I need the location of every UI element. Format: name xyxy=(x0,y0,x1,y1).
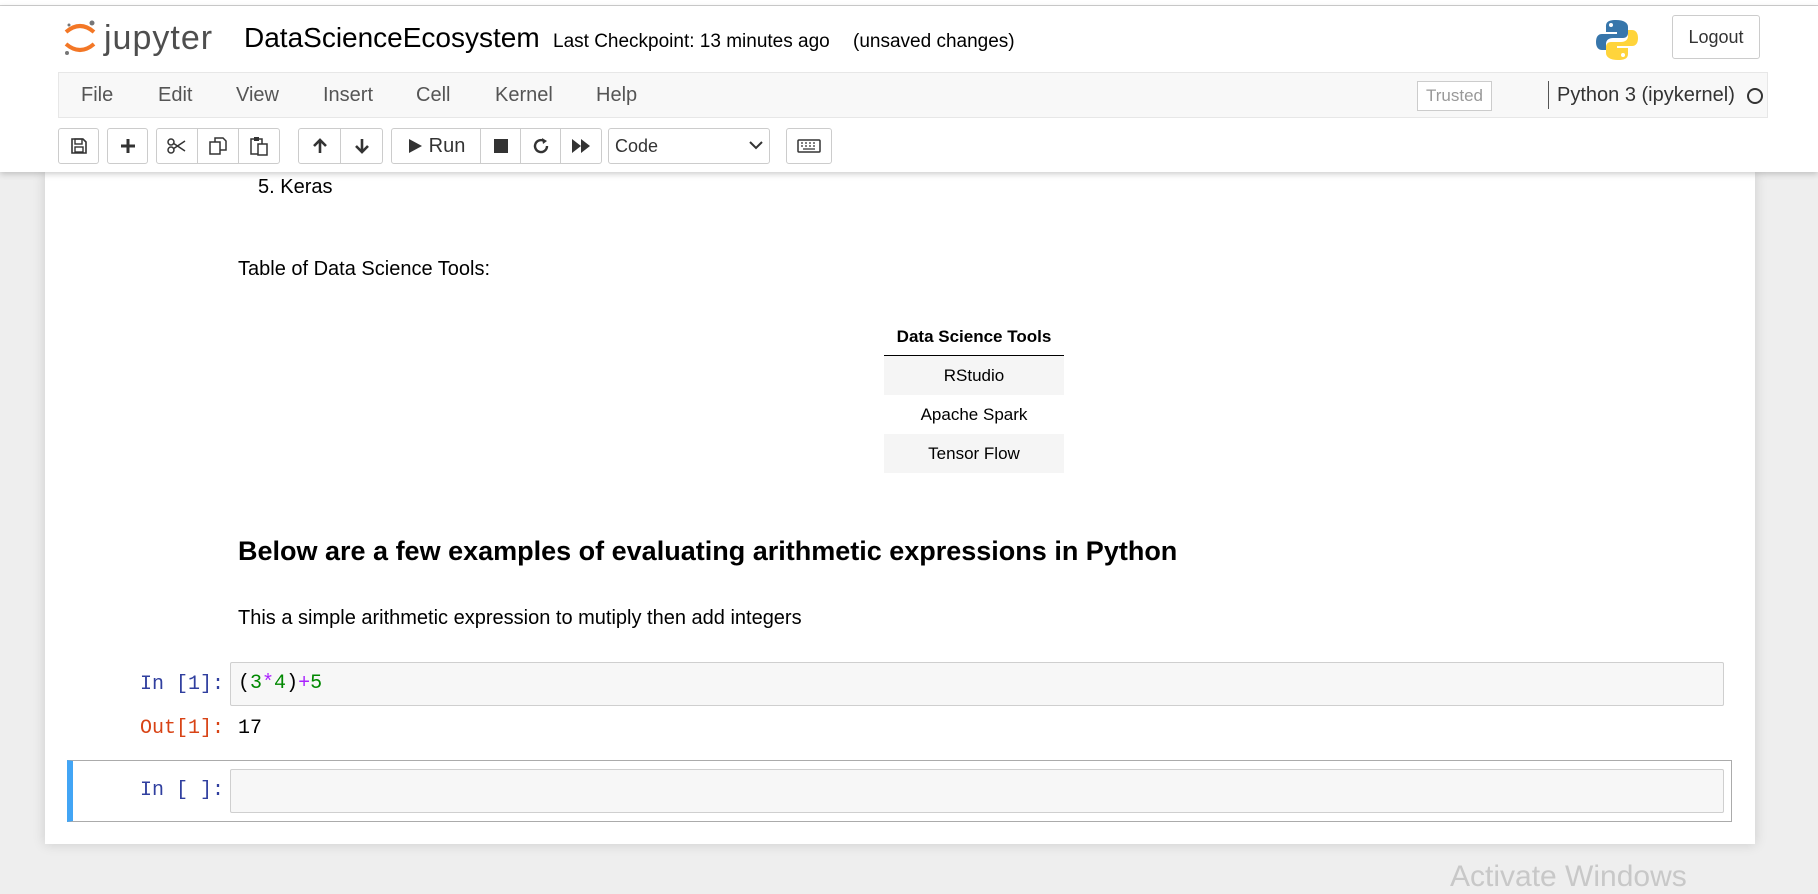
restart-button[interactable] xyxy=(520,128,561,164)
run-button[interactable]: Run xyxy=(391,128,481,164)
markdown-paragraph: This a simple arithmetic expression to m… xyxy=(238,607,802,629)
save-button[interactable] xyxy=(58,128,99,164)
stop-icon xyxy=(493,139,508,153)
trusted-indicator[interactable]: Trusted xyxy=(1417,81,1493,111)
chevron-down-icon xyxy=(749,141,763,150)
kernel-divider xyxy=(1548,81,1549,109)
code-token: + xyxy=(298,672,311,695)
in-prompt: In [ ]: xyxy=(140,779,225,802)
code-cell-input[interactable]: (3*4)+5 xyxy=(230,662,1724,706)
paste-icon xyxy=(250,137,268,156)
keyboard-icon xyxy=(797,139,821,153)
table-cell: Tensor Flow xyxy=(884,434,1064,473)
logo-text: jupyter xyxy=(104,18,214,57)
menu-insert[interactable]: Insert xyxy=(323,73,373,117)
table-header: Data Science Tools xyxy=(884,319,1064,356)
copy-button[interactable] xyxy=(197,128,239,164)
table-cell: RStudio xyxy=(884,355,1064,395)
code-cell-input[interactable] xyxy=(230,769,1724,813)
notebook-header: jupyter DataScienceEcosystem Last Checkp… xyxy=(0,6,1818,172)
plus-icon xyxy=(120,139,135,153)
menu-kernel[interactable]: Kernel xyxy=(495,73,553,117)
in-prompt: In [1]: xyxy=(140,673,225,696)
run-label: Run xyxy=(428,134,466,157)
code-token: 3 xyxy=(250,672,263,695)
menu-help[interactable]: Help xyxy=(596,73,637,117)
paste-button[interactable] xyxy=(238,128,280,164)
section-heading: Below are a few examples of evaluating a… xyxy=(238,536,1178,566)
code-token: 4 xyxy=(274,672,287,695)
play-icon xyxy=(408,139,422,153)
menu-file[interactable]: File xyxy=(81,73,113,117)
fast-forward-icon xyxy=(572,139,590,153)
menu-view[interactable]: View xyxy=(236,73,279,117)
command-palette-button[interactable] xyxy=(786,128,832,164)
menu-edit[interactable]: Edit xyxy=(158,73,192,117)
insert-cell-button[interactable] xyxy=(107,128,148,164)
code-token: 5 xyxy=(310,672,323,695)
activate-windows-watermark: Activate Windows xyxy=(1450,860,1687,893)
kernel-idle-icon xyxy=(1747,88,1763,104)
cell-type-value: Code xyxy=(615,136,659,156)
out-prompt: Out[1]: xyxy=(140,717,225,740)
tools-table: Data Science Tools RStudio Apache Spark … xyxy=(884,319,1064,473)
code-token: ) xyxy=(286,672,299,695)
list-item: 5. Keras xyxy=(258,176,333,198)
logout-button[interactable]: Logout xyxy=(1672,15,1760,59)
notebook-container: 5. Keras Table of Data Science Tools: Da… xyxy=(45,172,1755,844)
move-down-button[interactable] xyxy=(340,128,383,164)
cell-type-select[interactable]: Code xyxy=(608,128,770,164)
kernel-name[interactable]: Python 3 (ipykernel) xyxy=(1557,73,1735,117)
jupyter-icon xyxy=(64,20,96,55)
move-up-button[interactable] xyxy=(298,128,341,164)
checkpoint-status: Last Checkpoint: 13 minutes ago xyxy=(553,31,830,52)
cut-button[interactable] xyxy=(156,128,198,164)
menu-bar: File Edit View Insert Cell Kernel Help T… xyxy=(58,72,1768,118)
save-icon xyxy=(70,138,87,154)
jupyter-logo[interactable]: jupyter xyxy=(62,16,213,60)
scissors-icon xyxy=(167,138,186,154)
restart-icon xyxy=(533,138,548,154)
autosave-status: (unsaved changes) xyxy=(853,31,1015,52)
restart-run-all-button[interactable] xyxy=(560,128,602,164)
python-logo-icon xyxy=(1596,20,1638,60)
menu-cell[interactable]: Cell xyxy=(416,73,450,117)
copy-icon xyxy=(209,137,227,155)
arrow-down-icon xyxy=(354,139,369,154)
cell-output: 17 xyxy=(238,717,263,740)
arrow-up-icon xyxy=(312,138,327,153)
code-token: ( xyxy=(238,672,251,695)
code-token: * xyxy=(262,672,275,695)
notebook-title[interactable]: DataScienceEcosystem xyxy=(244,22,540,54)
interrupt-button[interactable] xyxy=(480,128,521,164)
table-cell: Apache Spark xyxy=(920,404,1028,424)
table-caption: Table of Data Science Tools: xyxy=(238,258,491,280)
